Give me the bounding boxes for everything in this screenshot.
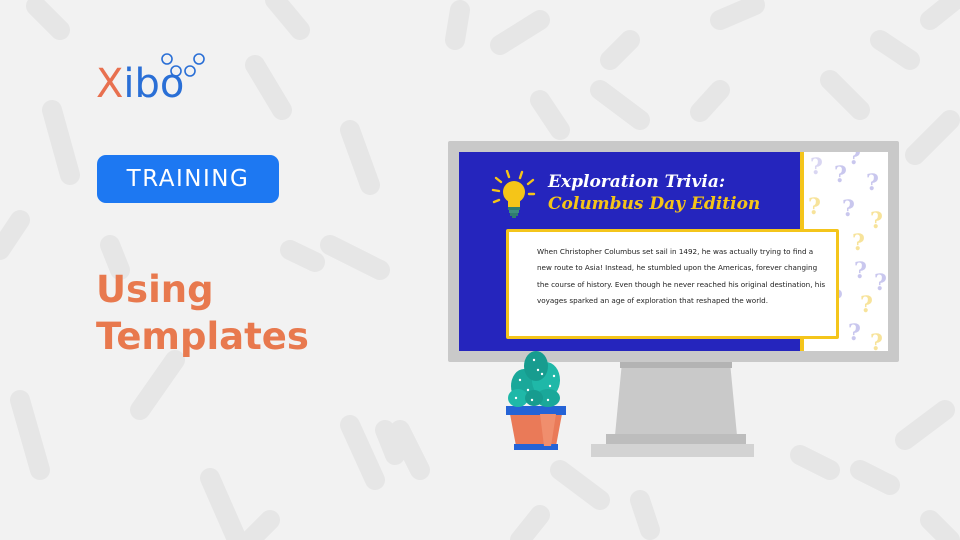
trivia-heading-line-1: Exploration Trivia: xyxy=(548,172,726,192)
light-bulb-icon xyxy=(491,170,536,218)
question-mark-icon: ? xyxy=(852,230,865,256)
question-mark-icon: ? xyxy=(870,330,883,351)
question-mark-icon: ? xyxy=(866,170,879,196)
question-mark-icon: ? xyxy=(848,320,861,346)
question-mark-icon: ? xyxy=(848,152,861,170)
question-mark-icon: ? xyxy=(834,162,847,188)
question-mark-icon: ? xyxy=(808,194,821,220)
trivia-heading-line-2: Columbus Day Edition xyxy=(548,194,761,214)
trivia-text-card: When Christopher Columbus set sail in 14… xyxy=(506,229,839,339)
trivia-body-text: When Christopher Columbus set sail in 14… xyxy=(537,247,826,306)
question-mark-icon: ? xyxy=(842,196,855,222)
question-mark-icon: ? xyxy=(810,154,823,180)
question-mark-icon: ? xyxy=(860,292,873,318)
question-mark-icon: ? xyxy=(874,270,887,296)
question-mark-icon: ? xyxy=(870,208,883,234)
question-mark-icon: ? xyxy=(854,258,867,284)
cactus-plant-icon xyxy=(506,351,566,450)
